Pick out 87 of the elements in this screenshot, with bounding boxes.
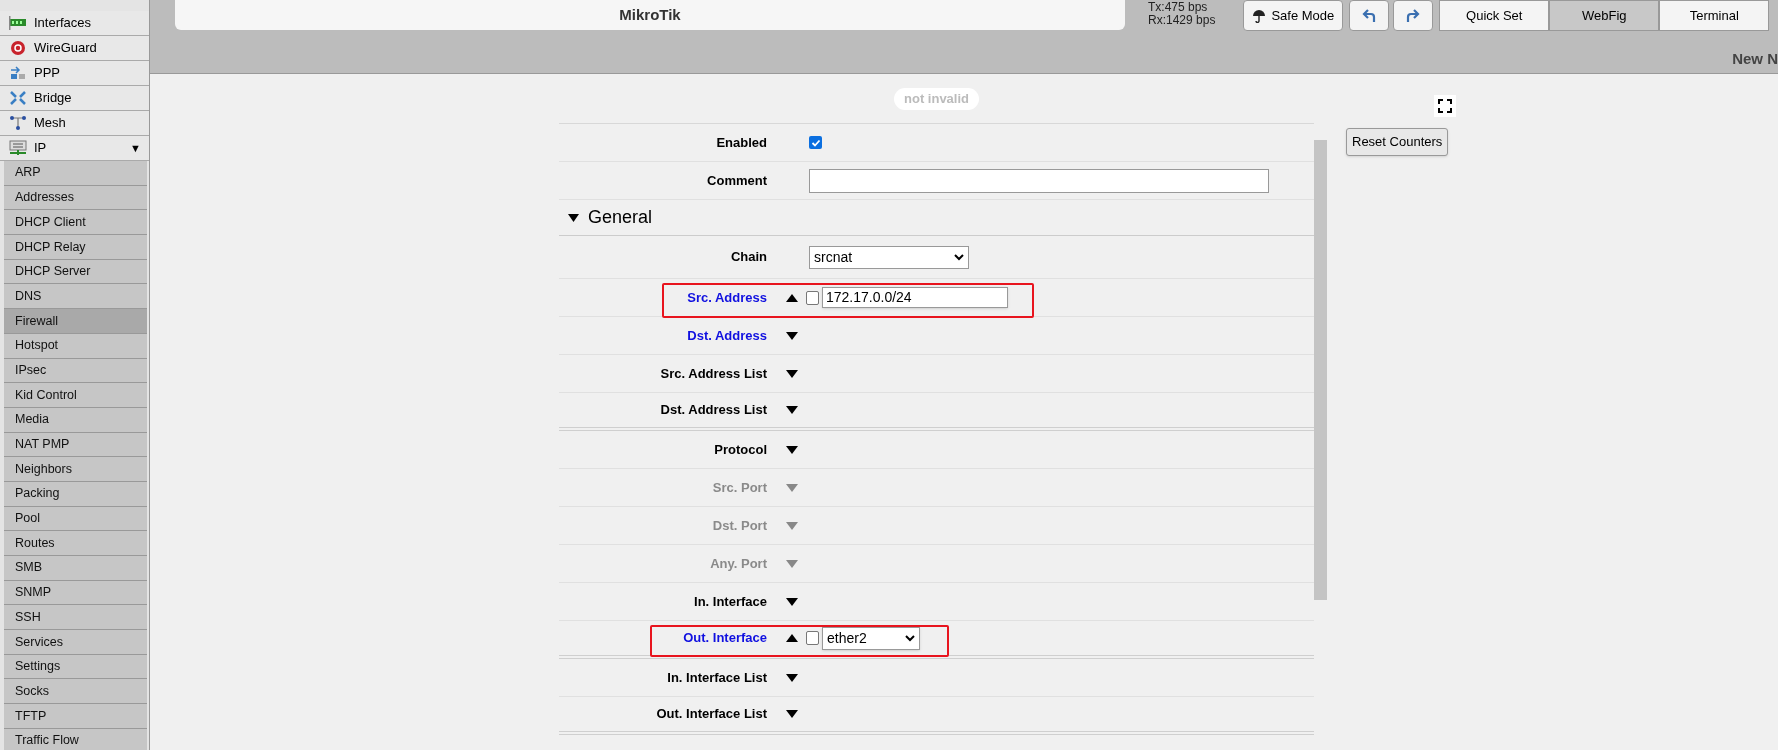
submenu-item[interactable]: Services bbox=[4, 630, 147, 655]
rx-rate: Rx:1429 bps bbox=[1148, 14, 1216, 27]
field-label: In. Interface bbox=[693, 592, 767, 611]
field-label: Chain bbox=[729, 248, 767, 267]
fullscreen-icon[interactable] bbox=[1434, 95, 1457, 117]
submenu-item[interactable]: DHCP Server bbox=[4, 259, 147, 285]
menu-item[interactable]: Mesh bbox=[0, 111, 149, 136]
submenu-item[interactable]: IPsec bbox=[4, 358, 147, 384]
submenu-item[interactable]: Firewall bbox=[4, 309, 147, 334]
submenu-item[interactable]: DHCP Relay bbox=[4, 235, 147, 260]
dropdown[interactable]: ether2 bbox=[822, 626, 920, 650]
network-card-icon bbox=[8, 15, 28, 31]
submenu-item[interactable]: Media bbox=[4, 407, 147, 433]
field-label: Dst. Port bbox=[711, 516, 767, 535]
safe-mode-button[interactable]: Safe Mode bbox=[1243, 0, 1344, 31]
submenu-item[interactable]: DNS bbox=[4, 284, 147, 310]
chevron-icon bbox=[905, 634, 915, 642]
submenu-item[interactable]: DHCP Client bbox=[4, 210, 147, 236]
submenu-item[interactable]: Settings bbox=[4, 654, 147, 680]
undo-button[interactable] bbox=[1349, 0, 1390, 31]
expand-caret-icon[interactable] bbox=[786, 673, 798, 682]
submenu-item[interactable]: SSH bbox=[4, 605, 147, 631]
nodes-icon bbox=[8, 115, 28, 131]
submenu-item[interactable]: NAT PMP bbox=[4, 432, 147, 458]
submenu-item[interactable]: SNMP bbox=[4, 580, 147, 606]
submenu-item[interactable]: Kid Control bbox=[4, 383, 147, 408]
expand-caret-icon[interactable] bbox=[786, 445, 798, 454]
submenu-item[interactable]: Socks bbox=[4, 679, 147, 705]
menu-item[interactable]: Interfaces bbox=[0, 11, 149, 36]
tab[interactable]: Terminal bbox=[1659, 0, 1770, 31]
redo-button[interactable] bbox=[1393, 0, 1434, 31]
field-label: Src. Address List bbox=[659, 364, 767, 383]
field-label: In. Interface List bbox=[666, 668, 767, 687]
reset-counters-button[interactable]: Reset Counters bbox=[1346, 128, 1449, 156]
field-label: Comment bbox=[706, 171, 767, 190]
field-label: Out. Interface bbox=[682, 629, 767, 648]
submenu-item[interactable]: SMB bbox=[4, 556, 147, 581]
submenu-item[interactable]: Routes bbox=[4, 531, 147, 556]
field-label: Src. Address bbox=[686, 288, 767, 307]
address-field[interactable]: 172.17.0.0/24 bbox=[822, 287, 1008, 308]
field-label: Src. Port bbox=[711, 478, 767, 497]
submenu-item[interactable]: Hotspot bbox=[4, 333, 147, 359]
window-title: MikroTik bbox=[175, 0, 1125, 30]
field-label: Any. Port bbox=[709, 554, 767, 573]
status-badge: not invalid bbox=[894, 87, 979, 110]
redo-icon bbox=[1406, 8, 1421, 23]
menu-item[interactable]: PPP bbox=[0, 61, 149, 86]
expand-caret-icon[interactable] bbox=[786, 597, 798, 606]
tx-rate: Tx:475 bps bbox=[1148, 1, 1209, 14]
field-label: Enabled bbox=[715, 133, 767, 152]
collapse-caret-icon[interactable] bbox=[786, 634, 798, 642]
undo-icon bbox=[1362, 8, 1377, 23]
field-label: Dst. Address List bbox=[659, 401, 767, 420]
menu-item[interactable]: WireGuard bbox=[0, 36, 149, 61]
submenu-item[interactable]: Traffic Flow bbox=[4, 728, 147, 750]
expand-caret-icon[interactable] bbox=[786, 406, 798, 414]
collapse-caret-icon[interactable] bbox=[786, 293, 798, 302]
tab[interactable]: WebFig bbox=[1549, 0, 1660, 31]
submenu-item[interactable]: Packing bbox=[4, 481, 147, 507]
menu-item[interactable]: Bridge bbox=[0, 86, 149, 111]
arrows-icon bbox=[8, 90, 28, 106]
section-header[interactable]: General bbox=[559, 200, 1314, 236]
umbrella-icon bbox=[1252, 8, 1267, 23]
chevron-icon bbox=[954, 253, 964, 261]
field-label: Dst. Address bbox=[686, 326, 767, 345]
dropdown[interactable]: srcnat bbox=[809, 245, 969, 269]
expand-caret-icon[interactable] bbox=[786, 369, 798, 378]
expand-caret-icon[interactable] bbox=[786, 710, 798, 718]
menu-item[interactable]: IP ▼ bbox=[0, 136, 149, 161]
submenu-item[interactable]: Neighbors bbox=[4, 457, 147, 482]
connection-icon bbox=[8, 65, 28, 81]
submenu-item[interactable]: Addresses bbox=[4, 185, 147, 211]
tab[interactable]: Quick Set bbox=[1439, 0, 1550, 31]
submenu-item[interactable]: Pool bbox=[4, 506, 147, 532]
monitor-icon bbox=[8, 140, 28, 156]
negate-checkbox[interactable] bbox=[806, 290, 819, 305]
comment-field[interactable] bbox=[809, 168, 1269, 193]
field-label: Protocol bbox=[713, 440, 767, 459]
submenu-item[interactable]: ARP bbox=[4, 161, 147, 186]
submenu-item[interactable]: TFTP bbox=[4, 704, 147, 729]
caret-icon bbox=[568, 213, 579, 222]
expand-caret-icon[interactable] bbox=[786, 331, 798, 340]
checkbox[interactable] bbox=[809, 136, 822, 149]
negate-checkbox[interactable] bbox=[806, 631, 819, 645]
scrollbar[interactable] bbox=[1314, 140, 1327, 600]
field-label: Out. Interface List bbox=[655, 705, 767, 724]
page-title: New N bbox=[1732, 48, 1778, 69]
